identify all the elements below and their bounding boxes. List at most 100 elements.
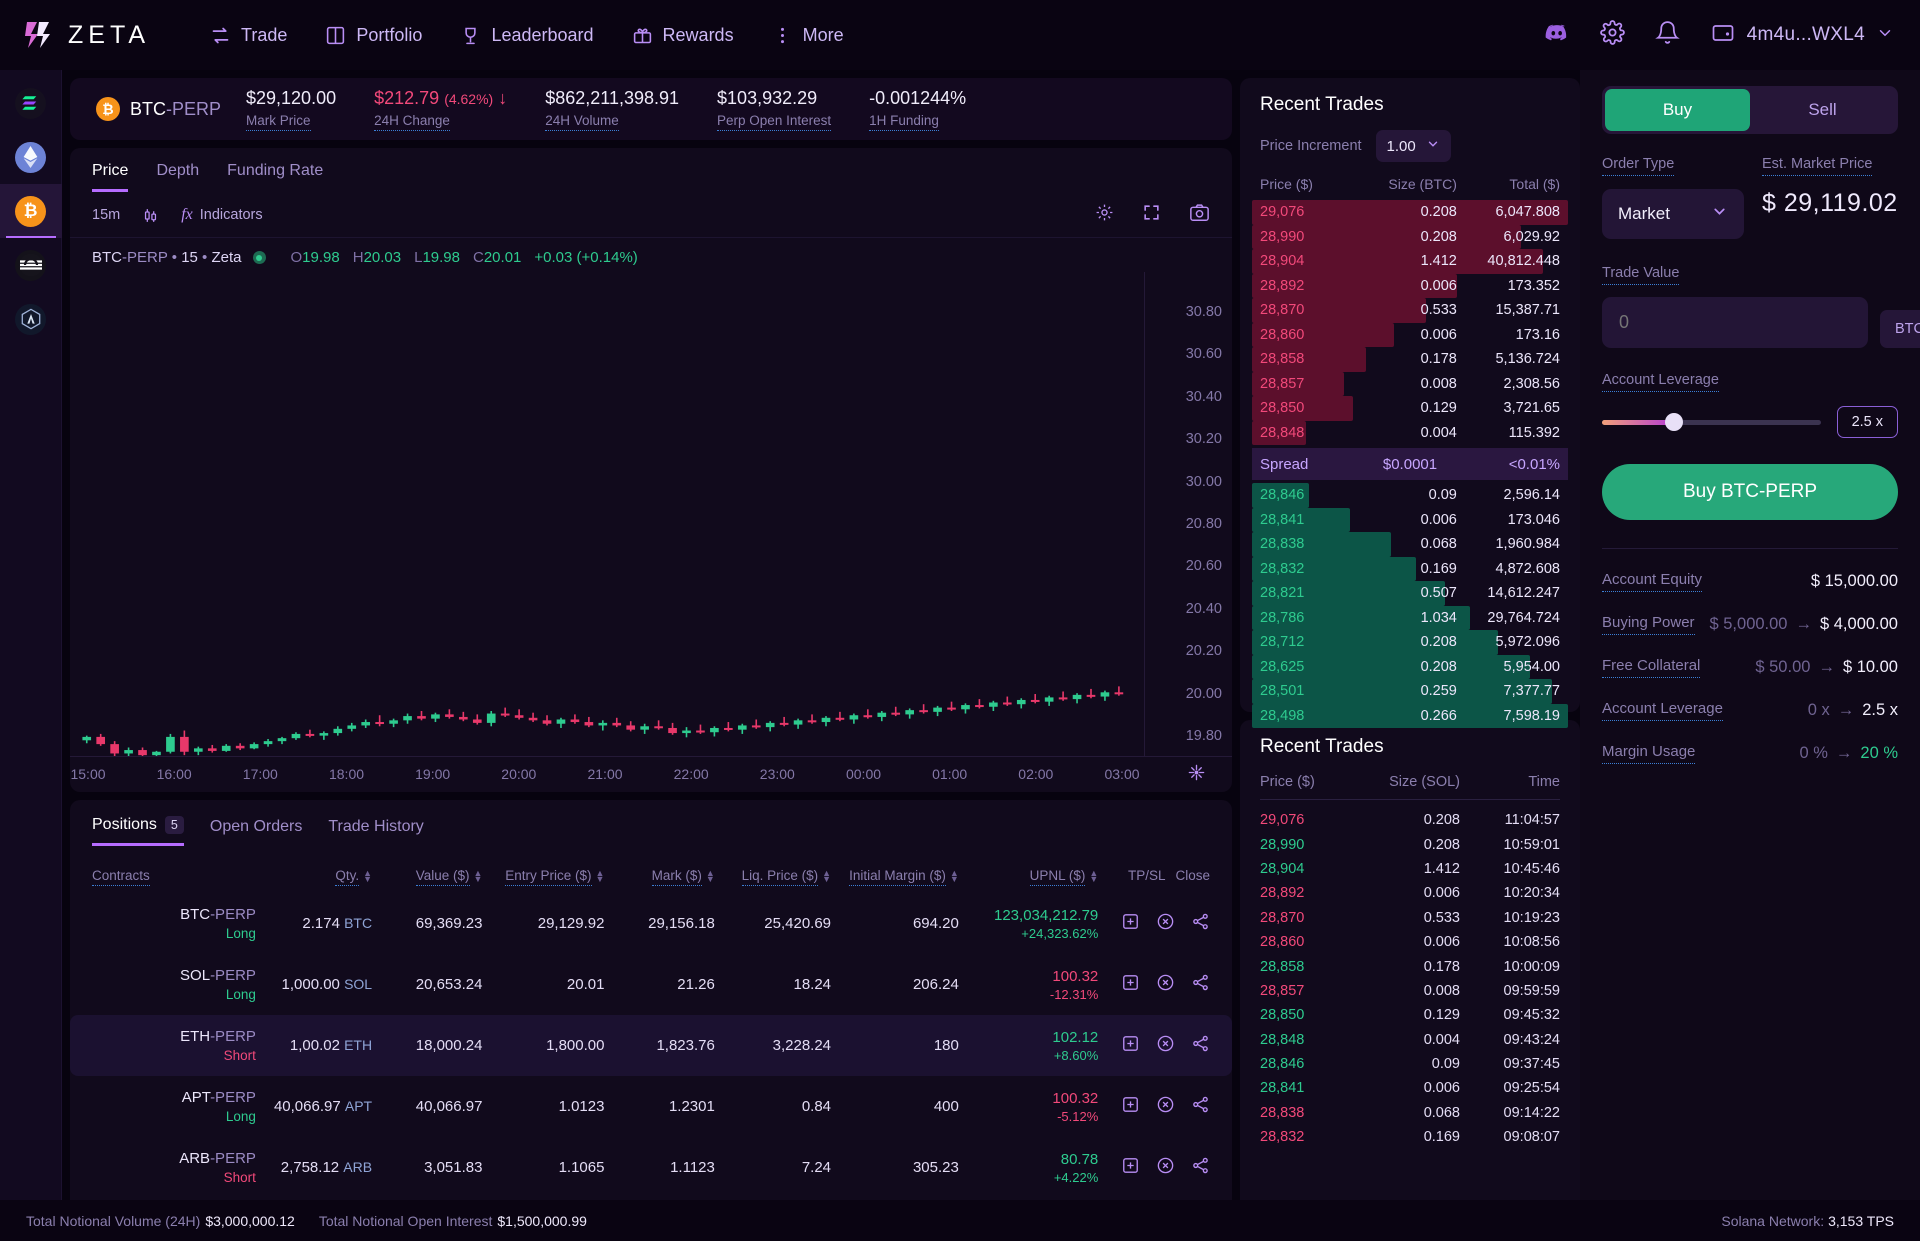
close-position-icon[interactable] [1156,973,1175,996]
submit-order-button[interactable]: Buy BTC-PERP [1602,464,1898,520]
close-position-icon[interactable] [1156,912,1175,935]
col-upnl[interactable]: UPNL ($) ▲ ▼ [959,846,1098,893]
tab-depth[interactable]: Depth [156,162,199,192]
table-row[interactable]: SOL-PERP Long 1,000.00 SOL 20,653.24 20.01 21… [70,954,1232,1015]
orderbook-row[interactable]: 28,786 1.034 29,764.724 [1252,605,1568,630]
orderbook-row[interactable]: 28,860 0.006 173.16 [1252,322,1568,347]
rail-item-btc[interactable]: ₿ [0,184,62,238]
buy-tab[interactable]: Buy [1605,89,1750,131]
camera-icon[interactable] [1189,203,1210,227]
leverage-slider[interactable] [1602,413,1821,431]
nav-item-leaderboard[interactable]: Leaderboard [460,25,594,46]
unit-btc-button[interactable]: BTC [1883,313,1920,345]
col-qty[interactable]: Qty. ▲ ▼ [256,846,372,893]
orderbook-header: Price ($) Size (BTC) Total ($) [1240,162,1580,200]
share-position-icon[interactable] [1191,912,1210,935]
orderbook-row[interactable]: 28,625 0.208 5,954.00 [1252,654,1568,679]
orderbook-row[interactable]: 28,838 0.068 1,960.984 [1252,532,1568,557]
tpsl-icon[interactable] [1121,912,1140,935]
tpsl-icon[interactable] [1121,1095,1140,1118]
wallet-button[interactable]: 4m4u...WXL4 [1710,21,1894,50]
indicators-button[interactable]: fx Indicators [181,206,262,224]
leverage-value[interactable]: 2.5 x [1836,406,1898,438]
col-value[interactable]: Value ($) ▲ ▼ [372,846,482,893]
rail-item-arb[interactable] [0,292,62,346]
orderbook-row[interactable]: 28,904 1.412 40,812.448 [1252,249,1568,274]
table-row[interactable]: APT-PERP Long 40,066.97 APT 40,066.97 1.0123… [70,1076,1232,1137]
price-increment-select[interactable]: 1.00 [1375,130,1451,162]
candlestick-icon[interactable] [142,207,159,224]
tab-price[interactable]: Price [92,162,129,192]
tab-positions[interactable]: Positions 5 [92,816,184,846]
tpsl-icon[interactable] [1121,973,1140,996]
interval-selector[interactable]: 15m [92,207,120,223]
footer-network: Solana Network: 3,153 TPS [1721,1212,1894,1229]
brand-logo[interactable]: ZETA [24,20,150,50]
tpsl-icon[interactable] [1121,1034,1140,1057]
discord-icon[interactable] [1544,20,1570,51]
orderbook-row[interactable]: 28,850 0.129 3,721.65 [1252,396,1568,421]
share-position-icon[interactable] [1191,1034,1210,1057]
rail-item-apt[interactable] [0,238,62,292]
orderbook-row[interactable]: 28,846 0.09 2,596.14 [1252,483,1568,508]
cell-size: 0.208 [1420,204,1457,221]
nav-item-rewards[interactable]: Rewards [632,25,734,46]
nav-item-trade[interactable]: Trade [210,25,287,46]
gear-icon[interactable] [1599,20,1625,50]
tab-open-orders[interactable]: Open Orders [210,816,302,846]
orderbook-row[interactable]: 28,990 0.208 6,029.92 [1252,224,1568,249]
trade-value-input[interactable] [1602,297,1868,348]
nav-label: Trade [241,24,288,45]
orderbook-row[interactable]: 28,892 0.006 173.352 [1252,273,1568,298]
gear-icon[interactable] [1095,203,1114,227]
slider-knob[interactable] [1665,413,1684,431]
nav-item-portfolio[interactable]: Portfolio [325,25,422,46]
orderbook-row[interactable]: 28,498 0.266 7,598.19 [1252,703,1568,728]
orderbook-row[interactable]: 28,712 0.208 5,972.096 [1252,630,1568,655]
tab-funding-rate[interactable]: Funding Rate [227,162,323,192]
orderbook-row[interactable]: 29,076 0.208 6,047.808 [1252,200,1568,225]
orderbook-row[interactable]: 28,857 0.008 2,308.56 [1252,371,1568,396]
table-row[interactable]: ARB-PERP Short 2,758.12 ARB 3,051.83 1.1065 1… [70,1137,1232,1198]
bell-icon[interactable] [1654,20,1680,50]
tpsl-icon[interactable] [1121,1156,1140,1179]
cell-time: 09:37:45 [1503,1056,1560,1073]
share-position-icon[interactable] [1191,1095,1210,1118]
close-position-icon[interactable] [1156,1034,1175,1057]
orderbook-row[interactable]: 28,848 0.004 115.392 [1252,420,1568,445]
x-axis-tick: 02:00 [1018,766,1054,782]
close-position-icon[interactable] [1156,1095,1175,1118]
fullscreen-icon[interactable] [1142,203,1161,227]
price-increment-label: Price Increment [1260,138,1362,154]
cell-size: 0.006 [1420,511,1457,528]
price-axis: 30.80 30.60 30.40 30.20 30.00 20.80 20.60 20.40… [1144,272,1232,756]
sell-tab[interactable]: Sell [1750,89,1895,131]
rail-item-sol[interactable] [0,76,62,130]
orderbook-row[interactable]: 28,841 0.006 173.046 [1252,507,1568,532]
crosshair-icon[interactable] [1187,763,1206,787]
col-entry-price[interactable]: Entry Price ($) ▲ ▼ [482,846,604,893]
orderbook-row[interactable]: 28,870 0.533 15,387.71 [1252,298,1568,323]
rail-item-eth[interactable] [0,130,62,184]
table-row[interactable]: BTC-PERP Long 2.174 BTC 69,369.23 29,129.92 2… [70,893,1232,954]
share-position-icon[interactable] [1191,973,1210,996]
orderbook-row[interactable]: 28,858 0.178 5,136.724 [1252,347,1568,372]
table-row[interactable]: ETH-PERP Short 1,00.02 ETH 18,000.24 1,800.0… [70,1015,1232,1076]
cell-price: 28,904 [1260,860,1305,877]
share-position-icon[interactable] [1191,1156,1210,1179]
cell-price: 28,846 [1260,487,1305,504]
market-selector[interactable]: ₿ BTC-PERP [96,97,246,121]
tab-label: Positions [92,816,157,833]
orderbook-row[interactable]: 28,821 0.507 14,612.247 [1252,581,1568,606]
col-initial-margin[interactable]: Initial Margin ($) ▲ ▼ [831,846,959,893]
tab-trade-history[interactable]: Trade History [328,816,423,846]
nav-item-more[interactable]: More [772,25,844,46]
col-mark[interactable]: Mark ($) ▲ ▼ [604,846,715,893]
chart-plot-area[interactable]: 30.80 30.60 30.40 30.20 30.00 20.80 20.60 20.40… [70,272,1232,756]
close-position-icon[interactable] [1156,1156,1175,1179]
orderbook-row[interactable]: 28,832 0.169 4,872.608 [1252,556,1568,581]
order-type-select[interactable]: Market [1602,189,1744,239]
orderbook-row[interactable]: 28,501 0.259 7,377.77 [1252,679,1568,704]
candlestick-plot[interactable] [70,272,1144,756]
col-liq-price[interactable]: Liq. Price ($) ▲ ▼ [715,846,831,893]
